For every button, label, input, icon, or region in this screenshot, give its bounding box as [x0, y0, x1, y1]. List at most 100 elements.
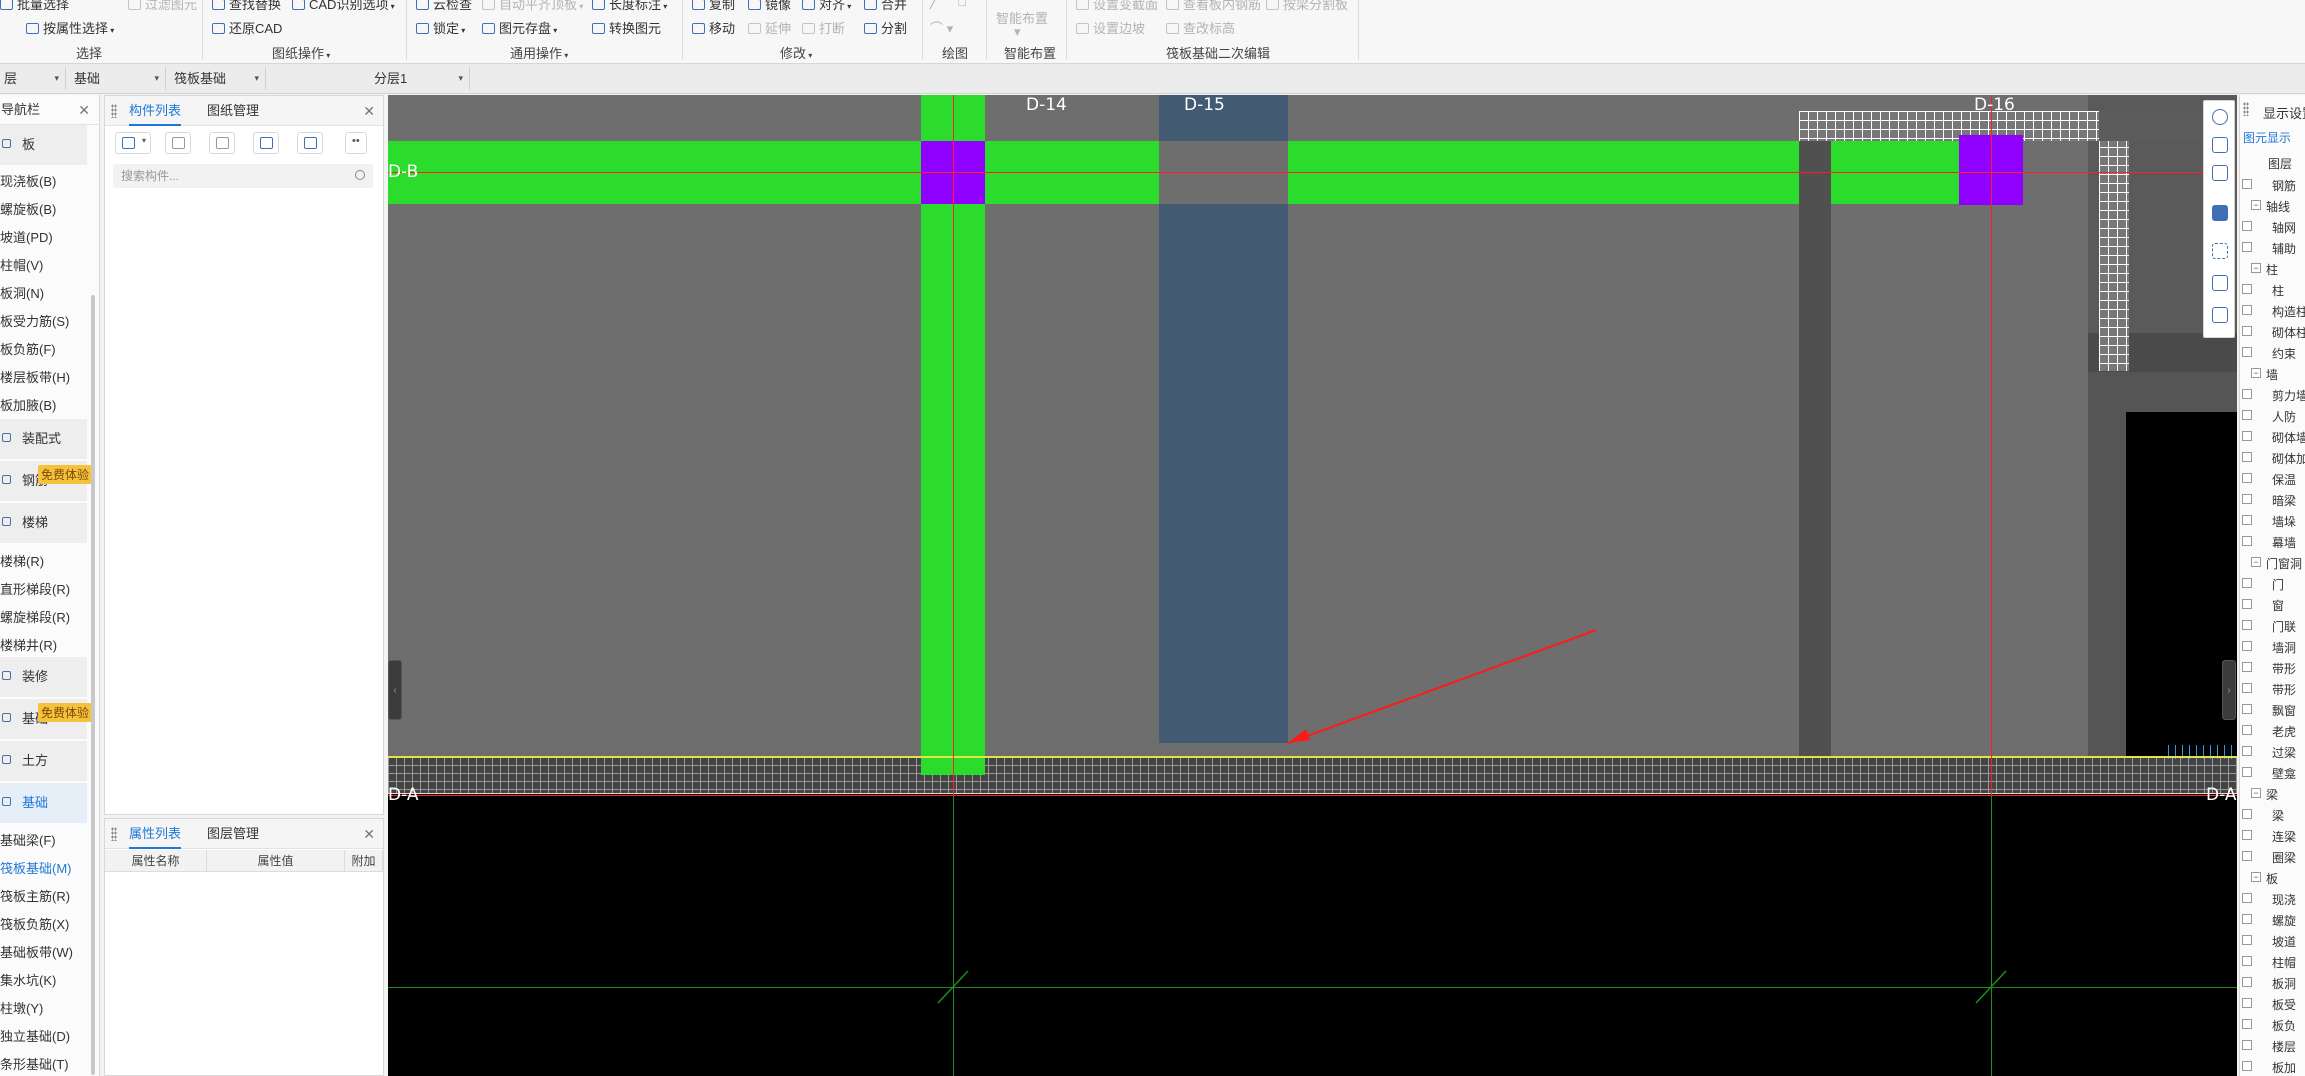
checkbox[interactable]: [2242, 620, 2252, 630]
collapse-right-handle[interactable]: ›: [2222, 660, 2236, 720]
layer-tree-item[interactable]: 板负: [2240, 1015, 2305, 1035]
collapse-icon[interactable]: −: [2251, 368, 2261, 378]
checkbox[interactable]: [2242, 410, 2252, 420]
checkbox[interactable]: [2242, 1019, 2252, 1029]
layer-tree-item[interactable]: 圈梁: [2240, 847, 2305, 867]
layer-tree-item[interactable]: 砌体柱: [2240, 322, 2305, 342]
checkbox[interactable]: [2242, 809, 2252, 819]
layer-tree-item[interactable]: 带形: [2240, 658, 2305, 678]
layer-tree-item[interactable]: 砌体墙: [2240, 427, 2305, 447]
checkbox[interactable]: [2242, 641, 2252, 651]
restore-cad-button[interactable]: 还原CAD: [212, 18, 282, 37]
nav-item[interactable]: 筏板主筋(R): [0, 886, 96, 905]
nav-category-earthwork[interactable]: 土方: [0, 741, 87, 781]
move-button[interactable]: 移动: [692, 18, 735, 37]
layer-tree-group[interactable]: − 梁: [2240, 784, 2305, 804]
nav-item[interactable]: 独立基础(D): [0, 1026, 96, 1045]
nav-category-prefab[interactable]: 装配式: [0, 419, 87, 459]
nav-item[interactable]: 螺旋板(B): [0, 199, 96, 218]
checkbox[interactable]: [2242, 347, 2252, 357]
layer-tree-item[interactable]: 人防: [2240, 406, 2305, 426]
layer-tree-item[interactable]: 螺旋: [2240, 910, 2305, 930]
nav-item[interactable]: 坡道(PD): [0, 227, 96, 246]
checkbox[interactable]: [2242, 578, 2252, 588]
tab-element-display[interactable]: 图元显示: [2243, 129, 2291, 146]
checkbox[interactable]: [2242, 494, 2252, 504]
nav-item[interactable]: 楼梯井(R): [0, 635, 96, 654]
layer-tree-item[interactable]: 辅助: [2240, 238, 2305, 258]
component-type-select[interactable]: 筏板基础 ▾: [170, 67, 266, 90]
batch-select-button[interactable]: 批量选择: [0, 0, 69, 13]
lock-button[interactable]: 锁定 ▾: [416, 18, 465, 37]
tab-component-list[interactable]: 构件列表: [129, 96, 182, 126]
view-bottom-rebar-button[interactable]: 查看板内钢筋: [1166, 0, 1261, 13]
nav-item[interactable]: 基础梁(F): [0, 830, 96, 849]
checkbox[interactable]: [2242, 662, 2252, 672]
nav-category-slab[interactable]: 板: [0, 125, 87, 165]
checkbox[interactable]: [2242, 830, 2252, 840]
layer-tree-group[interactable]: − 板: [2240, 868, 2305, 888]
checkbox[interactable]: [2242, 956, 2252, 966]
component-search-input[interactable]: 搜索构件...: [113, 164, 373, 188]
layer-tree-item[interactable]: 柱帽: [2240, 952, 2305, 972]
close-icon[interactable]: ✕: [363, 819, 375, 849]
layer-tree-item[interactable]: 现浇: [2240, 889, 2305, 909]
layer-copy-button[interactable]: [253, 132, 279, 154]
extend-button[interactable]: 延伸: [748, 18, 791, 37]
layer-tree-group[interactable]: − 轴线: [2240, 196, 2305, 216]
dynamic-observe-icon[interactable]: [2212, 109, 2228, 125]
layer-tree-item[interactable]: 楼层: [2240, 1036, 2305, 1056]
nav-item[interactable]: 基础板带(W): [0, 942, 96, 961]
layer-tree-item[interactable]: 约束: [2240, 343, 2305, 363]
nav-item[interactable]: 楼梯(R): [0, 551, 96, 570]
checkbox[interactable]: [2242, 452, 2252, 462]
nav-item[interactable]: 现浇板(B): [0, 171, 96, 190]
set-edge-section-button[interactable]: 设置变截面: [1076, 0, 1158, 13]
filter-element-button[interactable]: 过滤图元: [128, 0, 197, 13]
layer-tree-item[interactable]: 壁龛: [2240, 763, 2305, 783]
align-button[interactable]: 对齐 ▾: [802, 0, 851, 13]
checkbox[interactable]: [2242, 473, 2252, 483]
nav-item[interactable]: 螺旋梯段(R): [0, 607, 96, 626]
length-annotation-button[interactable]: 长度标注 ▾: [592, 0, 667, 13]
checkbox[interactable]: [2242, 221, 2252, 231]
layer-tree-item[interactable]: 轴网: [2240, 217, 2305, 237]
element-save-button[interactable]: 图元存盘 ▾: [482, 18, 557, 37]
layer-tree-item[interactable]: 柱: [2240, 280, 2305, 300]
tab-property-list[interactable]: 属性列表: [129, 819, 182, 849]
delete-component-button[interactable]: [209, 132, 235, 154]
layer-tree-item[interactable]: 幕墙: [2240, 532, 2305, 552]
layer-tree-item[interactable]: 飘窗: [2240, 700, 2305, 720]
break-button[interactable]: 打断: [802, 18, 845, 37]
layer-tree-item[interactable]: 窗: [2240, 595, 2305, 615]
copy-button[interactable]: 复制: [692, 0, 735, 13]
fullscreen-icon[interactable]: [2212, 243, 2228, 259]
layer-tree-group[interactable]: − 门窗洞: [2240, 553, 2305, 573]
checkbox[interactable]: [2242, 305, 2252, 315]
checkbox[interactable]: [2242, 536, 2252, 546]
smart-layout-button[interactable]: 智能布置: [996, 8, 1048, 27]
drag-handle-icon[interactable]: [111, 827, 117, 841]
nav-item-raft-foundation[interactable]: 筏板基础(M): [0, 858, 96, 877]
layer-tree-item[interactable]: 带形: [2240, 679, 2305, 699]
layer-tree-item[interactable]: 坡道: [2240, 931, 2305, 951]
tab-layer-management[interactable]: 图层管理: [207, 819, 259, 849]
cad-options-button[interactable]: CAD识别选项 ▾: [292, 0, 395, 13]
drag-handle-icon[interactable]: [111, 104, 117, 118]
layer-tree-item[interactable]: 墙洞: [2240, 637, 2305, 657]
nav-item[interactable]: 楼层板带(H): [0, 367, 96, 386]
view-3d-icon[interactable]: [2212, 137, 2228, 153]
collapse-icon[interactable]: −: [2251, 557, 2261, 567]
layer-tree-item[interactable]: 墙垛: [2240, 511, 2305, 531]
layer-tree-item[interactable]: 暗梁: [2240, 490, 2305, 510]
layer-tree-item[interactable]: 构造柱: [2240, 301, 2305, 321]
layer-tree-item[interactable]: 剪力墙: [2240, 385, 2305, 405]
draw-arc-button[interactable]: ⌒ ▾: [930, 18, 953, 37]
draw-line-button[interactable]: ╱: [930, 0, 938, 10]
collapse-icon[interactable]: −: [2251, 872, 2261, 882]
split-slab-button[interactable]: 按梁分割板: [1266, 0, 1348, 13]
layer-tree-item[interactable]: 连梁: [2240, 826, 2305, 846]
layer-tree-item[interactable]: 梁: [2240, 805, 2305, 825]
layer-tree-item[interactable]: 板受: [2240, 994, 2305, 1014]
drag-handle-icon[interactable]: [2243, 102, 2249, 116]
